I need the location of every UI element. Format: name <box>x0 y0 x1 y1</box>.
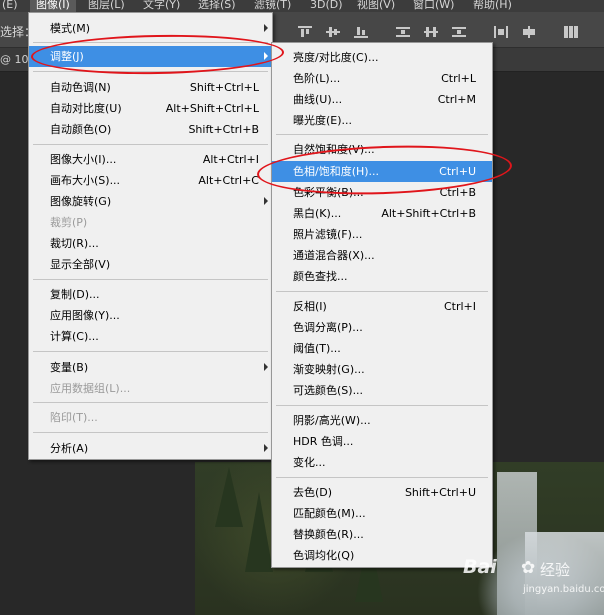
distribute-hcenter-icon[interactable] <box>522 26 536 38</box>
menu-item-selective-color[interactable]: 可选颜色(S)... <box>272 380 492 401</box>
menu-item-exposure[interactable]: 曝光度(E)... <box>272 110 492 131</box>
distribute-top-icon[interactable] <box>396 26 410 38</box>
align-top-icon[interactable] <box>298 26 312 38</box>
menu-item-apply-data-set: 应用数据组(L)... <box>50 382 131 395</box>
menu-window[interactable]: 窗口(W) <box>413 0 454 12</box>
menu-layer[interactable]: 图层(L) <box>88 0 125 12</box>
menu-view[interactable]: 视图(V) <box>357 0 395 12</box>
menu-item-trim[interactable]: 裁切(R)... <box>29 233 272 254</box>
submenu-arrow-icon <box>264 197 268 205</box>
distribute-bottom-icon[interactable] <box>452 26 466 38</box>
auto-align-icon[interactable] <box>564 26 578 38</box>
menu-item-curves[interactable]: 曲线(U)... Ctrl+M <box>272 89 492 110</box>
menu-item-photo-filter[interactable]: 照片滤镜(F)... <box>272 224 492 245</box>
menu-item-canvas-size[interactable]: 画布大小(S)... Alt+Ctrl+C <box>29 170 272 191</box>
menu-item-match-color[interactable]: 匹配颜色(M)... <box>272 503 492 524</box>
submenu-arrow-icon <box>264 444 268 452</box>
menu-item-channel-mixer[interactable]: 通道混合器(X)... <box>272 245 492 266</box>
menu-item-crop: 裁剪(P) <box>50 216 88 229</box>
menu-item-image-rotation[interactable]: 图像旋转(G) <box>29 191 272 212</box>
distribute-vcenter-icon[interactable] <box>424 26 438 38</box>
menu-edit[interactable]: (E) <box>2 0 18 12</box>
adjustments-submenu: 亮度/对比度(C)... 色阶(L)... Ctrl+L 曲线(U)... Ctrl… <box>271 42 493 568</box>
baidu-jingyan-watermark: Bai ✿ 经验 jingyan.baidu.com <box>463 554 604 614</box>
menu-item-brightness-contrast[interactable]: 亮度/对比度(C)... <box>272 47 492 68</box>
menu-item-shadows-highlights[interactable]: 阴影/高光(W)... <box>272 410 492 431</box>
menu-bar: (E) 图像(I) 图层(L) 文字(Y) 选择(S) 滤镜(T) 3D(D) … <box>0 0 604 12</box>
watermark-url: jingyan.baidu.com <box>523 584 604 595</box>
menu-select[interactable]: 选择(S) <box>198 0 236 12</box>
menu-filter[interactable]: 滤镜(T) <box>254 0 291 12</box>
menu-item-auto-contrast[interactable]: 自动对比度(U) Alt+Shift+Ctrl+L <box>29 98 272 119</box>
menu-item-threshold[interactable]: 阈值(T)... <box>272 338 492 359</box>
menu-item-apply-image[interactable]: 应用图像(Y)... <box>29 305 272 326</box>
submenu-arrow-icon <box>264 24 268 32</box>
menu-item-duplicate[interactable]: 复制(D)... <box>29 284 272 305</box>
baidu-paw-icon: ✿ <box>521 558 536 578</box>
submenu-arrow-icon <box>264 363 268 371</box>
watermark-name: 经验 <box>540 561 571 579</box>
menu-item-hdr-toning[interactable]: HDR 色调... <box>272 431 492 452</box>
menu-item-variables[interactable]: 变量(B) <box>29 357 272 378</box>
menu-item-posterize[interactable]: 色调分离(P)... <box>272 317 492 338</box>
menu-item-image-size[interactable]: 图像大小(I)... Alt+Ctrl+I <box>29 149 272 170</box>
menu-help[interactable]: 帮助(H) <box>473 0 512 12</box>
menu-item-auto-color[interactable]: 自动颜色(O) Shift+Ctrl+B <box>29 119 272 140</box>
menu-type[interactable]: 文字(Y) <box>143 0 180 12</box>
menu-item-auto-tone[interactable]: 自动色调(N) Shift+Ctrl+L <box>29 77 272 98</box>
menu-item-black-white[interactable]: 黑白(K)... Alt+Shift+Ctrl+B <box>272 203 492 224</box>
menu-item-replace-color[interactable]: 替换颜色(R)... <box>272 524 492 545</box>
menu-item-equalize[interactable]: 色调均化(Q) <box>272 545 492 566</box>
menu-item-reveal-all[interactable]: 显示全部(V) <box>29 254 272 275</box>
image-menu: 模式(M) 调整(J) 自动色调(N) Shift+Ctrl+L 自动对比度(U)… <box>28 12 273 460</box>
menu-item-color-lookup[interactable]: 颜色查找... <box>272 266 492 287</box>
menu-item-desaturate[interactable]: 去色(D) Shift+Ctrl+U <box>272 482 492 503</box>
align-bottom-icon[interactable] <box>354 26 368 38</box>
align-vcenter-icon[interactable] <box>326 26 340 38</box>
menu-3d[interactable]: 3D(D) <box>310 0 343 12</box>
menu-item-trap: 陷印(T)... <box>50 411 98 424</box>
menu-item-invert[interactable]: 反相(I) Ctrl+I <box>272 296 492 317</box>
menu-image[interactable]: 图像(I) <box>30 0 76 12</box>
watermark-logo: Bai <box>463 556 497 578</box>
menu-item-gradient-map[interactable]: 渐变映射(G)... <box>272 359 492 380</box>
distribute-left-icon[interactable] <box>494 26 508 38</box>
menu-item-analysis[interactable]: 分析(A) <box>29 438 272 459</box>
menu-item-levels[interactable]: 色阶(L)... Ctrl+L <box>272 68 492 89</box>
menu-item-variations[interactable]: 变化... <box>272 452 492 473</box>
menu-item-calculations[interactable]: 计算(C)... <box>29 326 272 347</box>
